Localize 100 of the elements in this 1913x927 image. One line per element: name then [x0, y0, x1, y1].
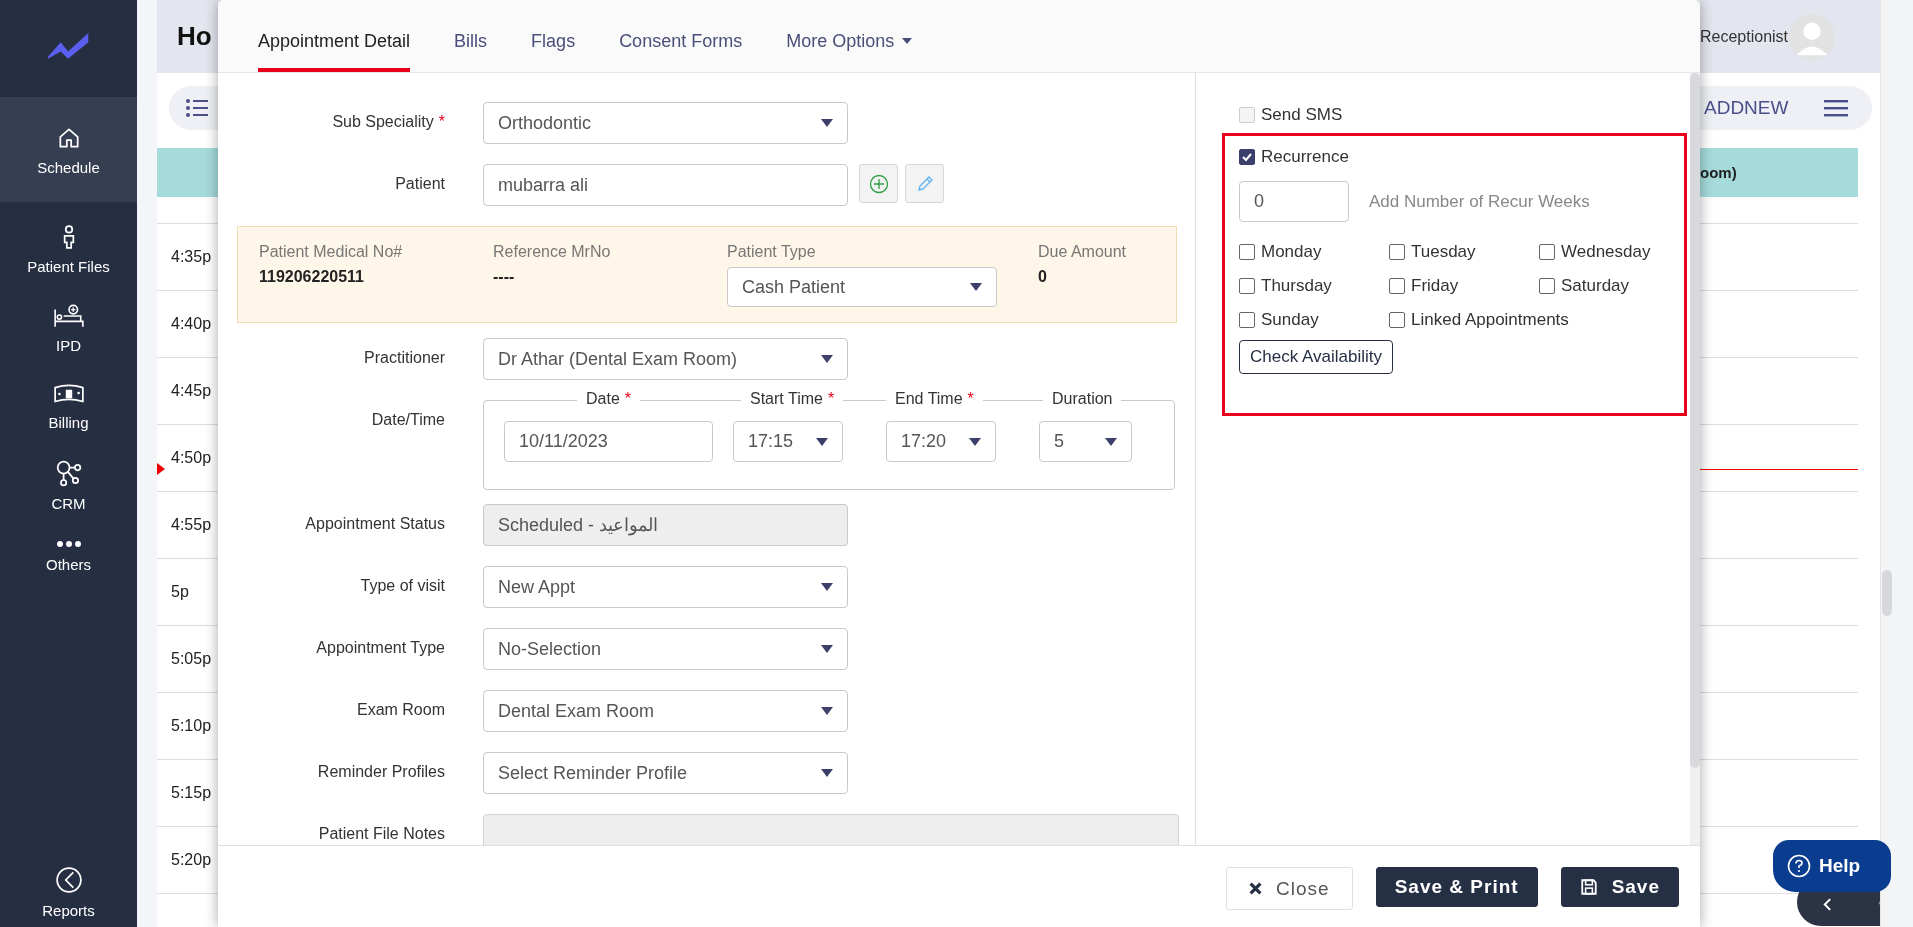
tab[interactable]: Flags	[531, 0, 576, 72]
checkbox[interactable]	[1539, 278, 1555, 294]
page-title: Ho	[176, 21, 212, 52]
save-button[interactable]: Save	[1560, 867, 1679, 907]
time-label: 4:55p	[170, 516, 212, 534]
checkbox-label: Thursday	[1261, 276, 1332, 296]
select-field[interactable]: Orthodontic	[483, 102, 848, 144]
time-label: 4:50p	[170, 449, 212, 467]
select-field[interactable]: No-Selection	[483, 628, 848, 670]
field-label: Patient File Notes	[317, 824, 445, 843]
time-label: 5:05p	[170, 650, 212, 668]
patient-field[interactable]: mubarra ali	[483, 164, 848, 206]
plus-circle-icon	[868, 173, 889, 194]
nav-item[interactable]: Billing	[0, 368, 137, 445]
checkbox-label: Linked Appointments	[1411, 310, 1569, 330]
select-field[interactable]: Select Reminder Profile	[483, 752, 848, 794]
time-label: 5:15p	[170, 784, 212, 802]
list-icon[interactable]	[185, 98, 209, 118]
tab[interactable]: More Options	[786, 0, 913, 72]
network-icon	[54, 459, 83, 487]
caret-icon	[969, 437, 981, 446]
banknote-icon	[52, 382, 85, 406]
more-icon	[55, 540, 82, 548]
info-label: Reference MrNo	[493, 243, 612, 261]
select-field[interactable]: 17:15	[733, 421, 843, 462]
caret-icon	[970, 283, 982, 291]
time-label: 5:20p	[170, 851, 212, 869]
select-field[interactable]: Dr Athar (Dental Exam Room)	[483, 338, 848, 380]
checkbox[interactable]	[1539, 244, 1555, 260]
caret-icon	[821, 119, 833, 127]
recur-weeks-field[interactable]: 0	[1239, 181, 1349, 222]
menu-icon[interactable]	[1824, 99, 1849, 117]
bed-icon	[52, 303, 85, 329]
checkbox[interactable]	[1389, 278, 1405, 294]
field-label: Type of visit	[359, 576, 445, 595]
time-label: 4:40p	[170, 315, 212, 333]
tab[interactable]: Consent Forms	[619, 0, 743, 72]
checkbox[interactable]	[1239, 278, 1255, 294]
field-label: Appointment Type	[315, 638, 445, 657]
nav-item[interactable]: CRM	[0, 445, 137, 526]
caret-icon	[1105, 437, 1117, 446]
checkbox-label: Recurrence	[1261, 147, 1349, 167]
field-label: Date/Time	[370, 410, 445, 429]
select-field[interactable]: Dental Exam Room	[483, 690, 848, 732]
add-new-button[interactable]: ADDNEW	[1704, 97, 1789, 119]
nav-item[interactable]: Schedule	[0, 97, 137, 202]
checkbox-label: Friday	[1411, 276, 1459, 296]
save-print-button[interactable]: Save & Print	[1375, 867, 1538, 907]
field-label: Reminder Profiles	[316, 762, 445, 781]
checkbox[interactable]	[1239, 312, 1255, 328]
nav-item[interactable]: Reports	[0, 858, 137, 927]
checkbox[interactable]	[1389, 244, 1405, 260]
chevron-left-icon[interactable]	[1823, 897, 1832, 912]
time-label: 4:45p	[170, 382, 212, 400]
checkbox[interactable]	[1239, 244, 1255, 260]
check-availability-button[interactable]: Check Availability	[1239, 340, 1393, 374]
add-patient-button[interactable]	[859, 164, 898, 203]
field-label: Appointment Status	[304, 514, 445, 533]
checkbox-label: Saturday	[1561, 276, 1630, 296]
field-label: Practitioner	[363, 348, 445, 367]
select-field[interactable]: 5	[1039, 421, 1132, 462]
checkbox-label: Sunday	[1261, 310, 1319, 330]
caret-icon	[821, 707, 833, 715]
checkbox-label: Tuesday	[1411, 242, 1476, 262]
date-field[interactable]: 10/11/2023	[504, 421, 713, 462]
nav-item[interactable]: Others	[0, 526, 137, 587]
patient-type-select[interactable]: Cash Patient	[727, 267, 997, 307]
select-field[interactable]: 17:20	[886, 421, 996, 462]
column-header	[157, 148, 218, 197]
checkbox-label: Monday	[1261, 242, 1322, 262]
caret-icon	[821, 583, 833, 591]
select-field[interactable]: New Appt	[483, 566, 848, 608]
tab[interactable]: Bills	[454, 0, 488, 72]
caret-icon	[902, 38, 913, 44]
column-title: oom)	[1700, 164, 1737, 181]
info-value: 0	[1038, 268, 1048, 286]
time-label: 5p	[170, 583, 189, 601]
field-label: Sub Speciality *	[331, 112, 445, 131]
caret-icon	[816, 437, 828, 446]
info-value: ----	[493, 268, 516, 286]
user-name: Receptionist	[1700, 27, 1789, 46]
info-label: Patient Type	[727, 243, 817, 261]
close-button[interactable]: Close	[1226, 867, 1353, 910]
field-label: Patient	[394, 174, 445, 193]
checkbox-label: Wednesday	[1561, 242, 1651, 262]
info-label: Due Amount	[1038, 243, 1128, 261]
tab[interactable]: Appointment Detail	[258, 0, 411, 72]
time-label: 4:35p	[170, 248, 212, 266]
checkbox-label: Send SMS	[1261, 105, 1343, 125]
help-button[interactable]: Help	[1773, 840, 1891, 892]
caret-icon	[821, 769, 833, 777]
nav-item[interactable]: IPD	[0, 289, 137, 368]
caret-icon	[821, 645, 833, 653]
nav-item[interactable]: Patient Files	[0, 210, 137, 289]
status-field: Scheduled - المواعيد	[483, 504, 848, 546]
checkbox[interactable]	[1239, 149, 1255, 165]
checkbox[interactable]	[1389, 312, 1405, 328]
close-icon	[1249, 882, 1263, 895]
caret-icon	[821, 355, 833, 363]
field-label: Exam Room	[355, 700, 445, 719]
